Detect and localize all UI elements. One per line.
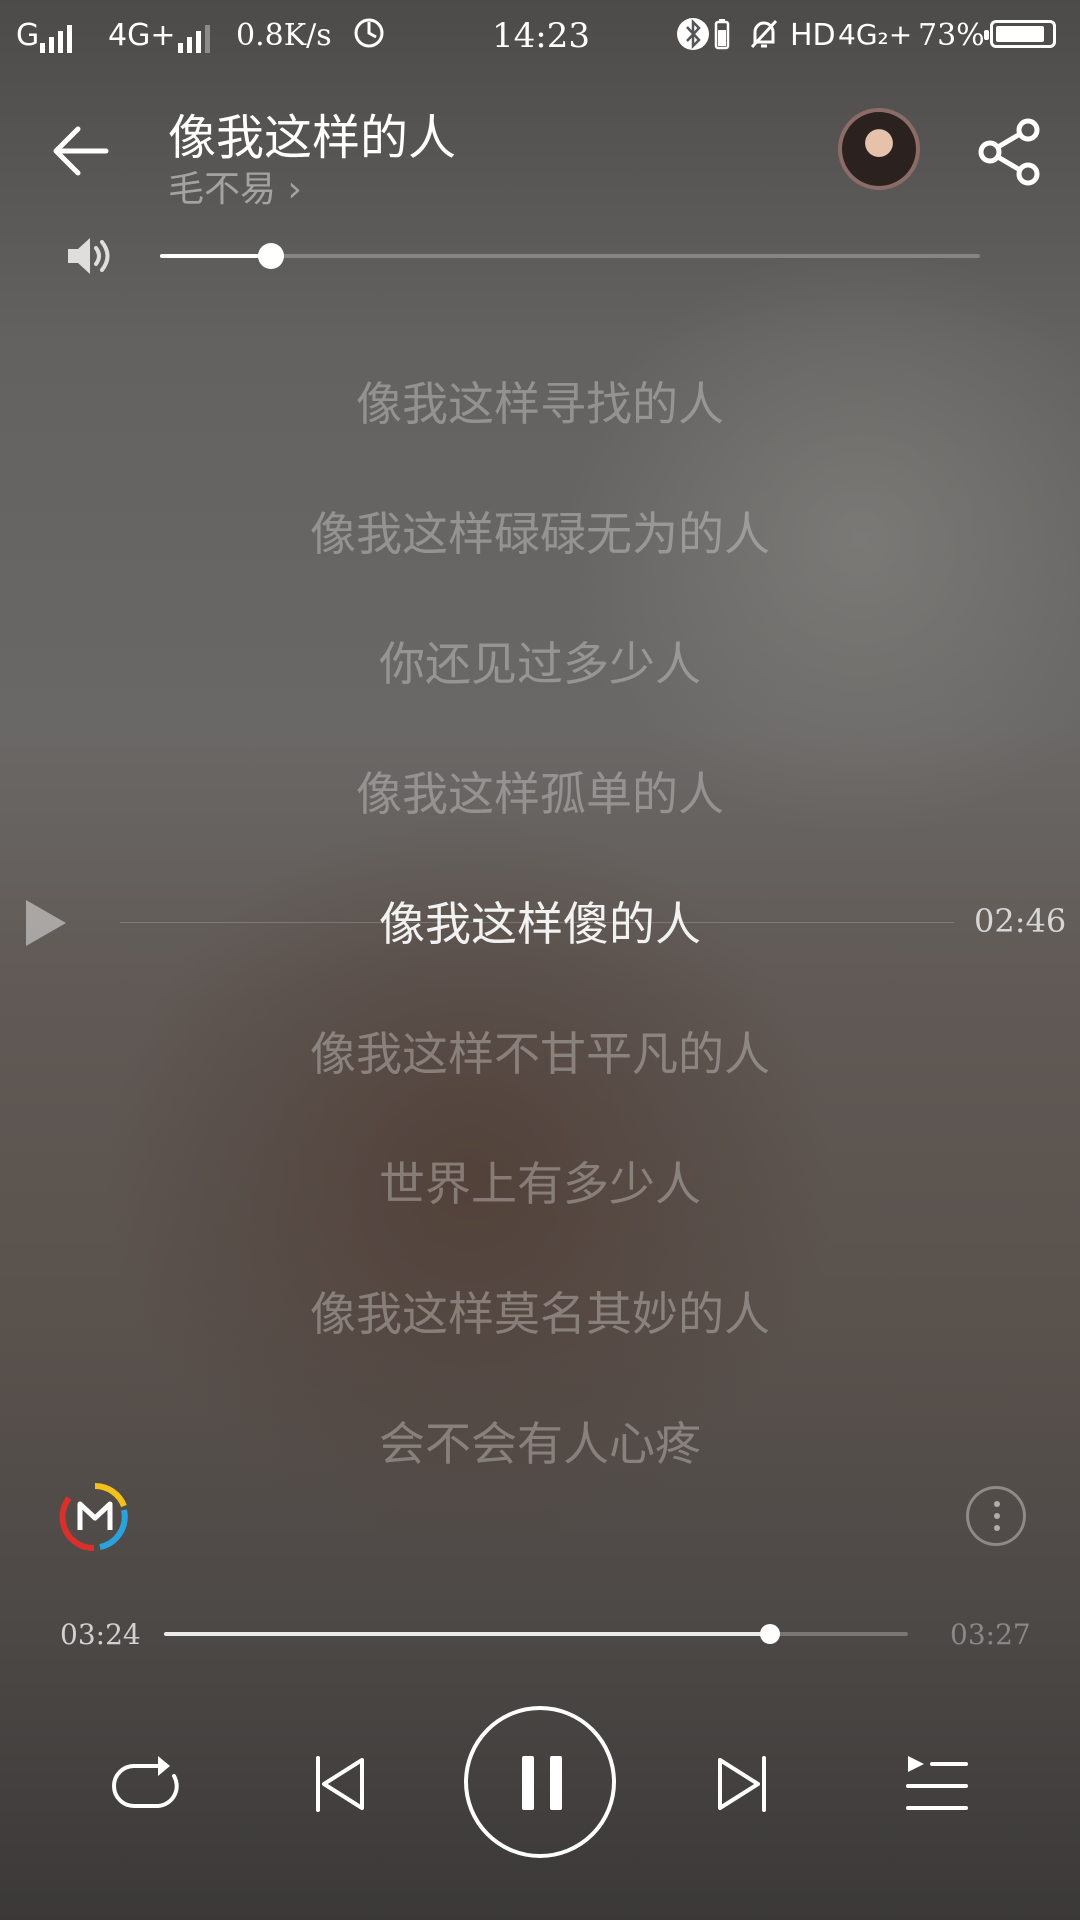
share-button[interactable]	[974, 116, 1046, 188]
playlist-icon	[906, 1756, 968, 1810]
speaker-icon[interactable]	[64, 234, 112, 278]
avatar[interactable]	[838, 108, 920, 190]
volume-slider[interactable]	[160, 243, 980, 269]
lyric-line: 像我这样不甘平凡的人	[310, 1027, 770, 1081]
skip-previous-icon	[316, 1756, 364, 1812]
volume-slider-thumb[interactable]	[257, 243, 284, 269]
signal-1-icon	[40, 18, 72, 53]
playback-progress-fill	[164, 1632, 771, 1636]
volume-slider-fill	[160, 254, 271, 258]
skip-next-icon	[718, 1756, 766, 1812]
battery-icon	[984, 20, 1056, 48]
carrier-2-label: 4G+	[108, 18, 176, 53]
status-bar: G 4G+ 0.8K/s 14:23 HD 4G₂+ 73%	[0, 0, 1080, 74]
song-title: 像我这样的人	[168, 110, 457, 166]
carrier-1-label: G	[16, 18, 40, 53]
artist-link[interactable]: 毛不易 ›	[168, 160, 302, 212]
play-from-lyric-button[interactable]	[22, 896, 72, 950]
back-button[interactable]	[44, 114, 118, 188]
share-icon	[978, 118, 1040, 186]
playback-progress-slider[interactable]	[164, 1624, 908, 1644]
lyric-line: 像我这样碌碌无为的人	[310, 507, 770, 561]
signal-2-icon	[178, 18, 210, 53]
clock: 14:23	[492, 16, 590, 56]
lyric-line: 像我这样孤单的人	[356, 767, 724, 821]
hd-label: HD	[790, 18, 836, 53]
lyric-line: 世界上有多少人	[379, 1157, 701, 1211]
net-speed-label: 0.8K/s	[236, 18, 332, 53]
repeat-icon	[112, 1756, 179, 1808]
arrow-left-icon	[53, 126, 109, 176]
lyric-line: 像我这样莫名其妙的人	[310, 1287, 770, 1341]
chevron-right-icon: ›	[287, 169, 302, 210]
play-icon	[26, 900, 66, 946]
m-logo-icon[interactable]	[58, 1480, 132, 1554]
battery-saver-icon	[714, 18, 730, 58]
lyric-seek-line	[120, 922, 954, 923]
lyric-line-current: 像我这样傻的人	[379, 897, 701, 951]
lyric-line: 像我这样寻找的人	[356, 377, 724, 431]
pause-button[interactable]	[464, 1706, 616, 1858]
previous-button[interactable]	[312, 1752, 368, 1816]
elapsed-time: 03:24	[60, 1618, 141, 1651]
lyric-seek-time: 02:46	[974, 902, 1067, 940]
lyric-line: 会不会有人心疼	[379, 1417, 701, 1471]
more-options-button[interactable]	[966, 1486, 1026, 1546]
data-saver-icon	[352, 16, 386, 58]
network-4g-label: 4G₂+	[838, 18, 913, 51]
repeat-button[interactable]	[108, 1752, 184, 1816]
artist-name: 毛不易	[168, 169, 277, 210]
battery-percent: 73%	[918, 18, 985, 53]
bluetooth-icon	[676, 16, 710, 60]
next-button[interactable]	[714, 1752, 770, 1816]
lyric-line: 你还见过多少人	[379, 637, 701, 691]
mute-bell-icon	[746, 16, 782, 60]
playlist-button[interactable]	[900, 1752, 970, 1816]
total-time: 03:27	[950, 1618, 1031, 1651]
